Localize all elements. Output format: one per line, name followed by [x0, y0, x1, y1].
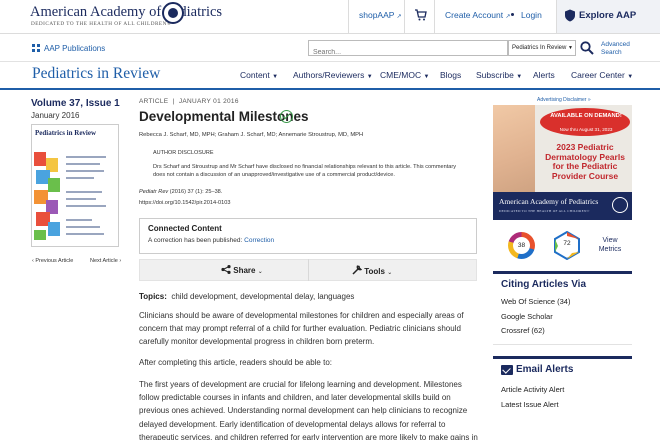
nav-subscribe[interactable]: Subscribe ▼	[476, 70, 522, 80]
search-input[interactable]	[309, 45, 499, 60]
divider	[493, 344, 632, 345]
chevron-down-icon: ▼	[627, 74, 634, 80]
nav-career-center[interactable]: Career Center ▼	[571, 70, 633, 80]
article-paragraph: After completing this article, readers s…	[139, 358, 332, 367]
nav-cme-moc[interactable]: CME/MOC ▼	[380, 70, 429, 80]
ad-baby-photo	[493, 105, 535, 192]
latest-issue-alert-link[interactable]: Latest Issue Alert	[501, 400, 559, 409]
view-metrics-link[interactable]: View Metrics	[596, 236, 624, 254]
email-alerts-heading: Email Alerts	[516, 364, 574, 375]
advertising-disclaimer-link[interactable]: Advertising Disclaimer »	[537, 97, 591, 103]
search-icon[interactable]	[580, 41, 594, 55]
aap-seal-icon	[162, 2, 184, 24]
divider	[348, 0, 349, 33]
altmetric-score: 38	[513, 237, 530, 254]
explore-aap-label[interactable]: Explore AAP	[579, 10, 636, 21]
crossref-link[interactable]: Crossref (62)	[501, 326, 545, 335]
correction-link[interactable]: Correction	[244, 237, 274, 244]
ad-footer-name: American Academy of Pediatrics	[499, 197, 599, 206]
author-disclosure-text: Drs Scharf and Stroustrup and Mr Scharf …	[153, 164, 457, 178]
chevron-down-icon: ▼	[366, 74, 373, 80]
ad-footer-tagline: DEDICATED TO THE HEALTH OF ALL CHILDREN®	[499, 209, 590, 213]
topics: Topics: child development, developmental…	[139, 292, 355, 301]
aap-shield-icon	[565, 9, 575, 22]
article-type-date: ARTICLE | JANUARY 01 2016	[139, 98, 239, 105]
share-icon	[221, 265, 231, 274]
author-disclosure-heading: AUTHOR DISCLOSURE	[153, 150, 214, 156]
search-scope-select[interactable]: Pediatrics In Review ▼	[508, 40, 576, 56]
cart-icon[interactable]	[414, 9, 427, 21]
doi-link[interactable]: https://doi.org/10.1542/pir.2014-0103	[139, 200, 230, 206]
external-link-icon: ↗	[505, 14, 511, 20]
create-account-link[interactable]: Create Account ↗	[445, 10, 511, 20]
journal-title[interactable]: Pediatrics in Review	[32, 65, 160, 83]
web-of-science-link[interactable]: Web Of Science (34)	[501, 297, 570, 306]
section-rule	[493, 356, 632, 359]
nav-authors-reviewers[interactable]: Authors/Reviewers ▼	[293, 70, 373, 80]
article-activity-alert-link[interactable]: Article Activity Alert	[501, 385, 564, 394]
aap-publications-link[interactable]: AAP Publications	[44, 44, 105, 53]
dimensions-count: 72	[563, 240, 571, 247]
google-scholar-link[interactable]: Google Scholar	[501, 312, 553, 321]
verified-check-icon[interactable]	[280, 110, 293, 123]
ad-title: 2023 Pediatric Dermatology Pearls for th…	[545, 142, 625, 181]
shop-aap-link[interactable]: shopAAP ↗	[359, 10, 402, 20]
divider	[404, 0, 405, 33]
aap-logo-name[interactable]: American Academy of Pediatrics	[30, 4, 222, 21]
nav-alerts[interactable]: Alerts	[533, 70, 555, 80]
issue-date: January 2016	[31, 111, 80, 120]
ad-badge-subtext: Now thru August 31, 2023	[559, 127, 613, 132]
previous-article-link[interactable]: ‹ Previous Article	[32, 258, 73, 264]
ad-badge-text: AVAILABLE ON DEMAND!	[550, 113, 622, 119]
advanced-search-link[interactable]: Advanced Search	[601, 41, 630, 56]
volume-issue[interactable]: Volume 37, Issue 1	[31, 98, 120, 109]
aap-logo-tagline: DEDICATED TO THE HEALTH OF ALL CHILDREN®	[31, 21, 172, 27]
grid-menu-icon[interactable]	[32, 44, 40, 52]
ad-seal-icon	[612, 197, 628, 213]
section-rule	[493, 271, 632, 274]
connected-content-text: A correction has been published: Correct…	[148, 237, 275, 244]
divider	[434, 0, 435, 33]
chevron-down-icon: ⌄	[387, 270, 393, 276]
separator-dot	[511, 13, 514, 16]
cover-text-lines	[66, 156, 114, 240]
cover-illustration	[34, 152, 60, 240]
search-scope-value: Pediatrics In Review	[512, 45, 567, 51]
chevron-down-icon: ▼	[516, 74, 523, 80]
cover-title: Pediatrics in Review	[35, 129, 97, 137]
chevron-right-icon: ›	[119, 258, 122, 264]
chevron-down-icon: ⌄	[257, 269, 263, 275]
share-button[interactable]: Share ⌄	[221, 265, 263, 275]
nav-blogs[interactable]: Blogs	[440, 70, 461, 80]
search-box[interactable]	[308, 40, 508, 60]
chevron-down-icon: ▼	[423, 74, 430, 80]
article-paragraph: The first years of development are cruci…	[139, 380, 478, 440]
divider	[308, 259, 309, 281]
mail-icon	[501, 365, 513, 375]
external-link-icon: ↗	[396, 14, 402, 20]
connected-content-title: Connected Content	[148, 224, 222, 233]
topics-links[interactable]: child development, developmental delay, …	[171, 292, 354, 301]
chevron-down-icon: ▼	[568, 45, 573, 51]
citation: Pediatr Rev (2016) 37 (1): 25–38.	[139, 189, 223, 195]
chevron-left-icon: ‹	[32, 258, 34, 264]
wrench-icon	[352, 265, 363, 275]
citing-articles-heading: Citing Articles Via	[501, 279, 587, 290]
next-article-link[interactable]: Next Article ›	[90, 258, 121, 264]
nav-content[interactable]: Content ▼	[240, 70, 278, 80]
login-link[interactable]: Login	[521, 10, 542, 20]
article-authors[interactable]: Rebecca J. Scharf, MD, MPH; Graham J. Sc…	[139, 132, 363, 138]
tools-button[interactable]: Tools ⌄	[352, 265, 392, 276]
chevron-down-icon: ▼	[272, 74, 279, 80]
article-paragraph: Clinicians should be aware of developmen…	[139, 311, 464, 347]
